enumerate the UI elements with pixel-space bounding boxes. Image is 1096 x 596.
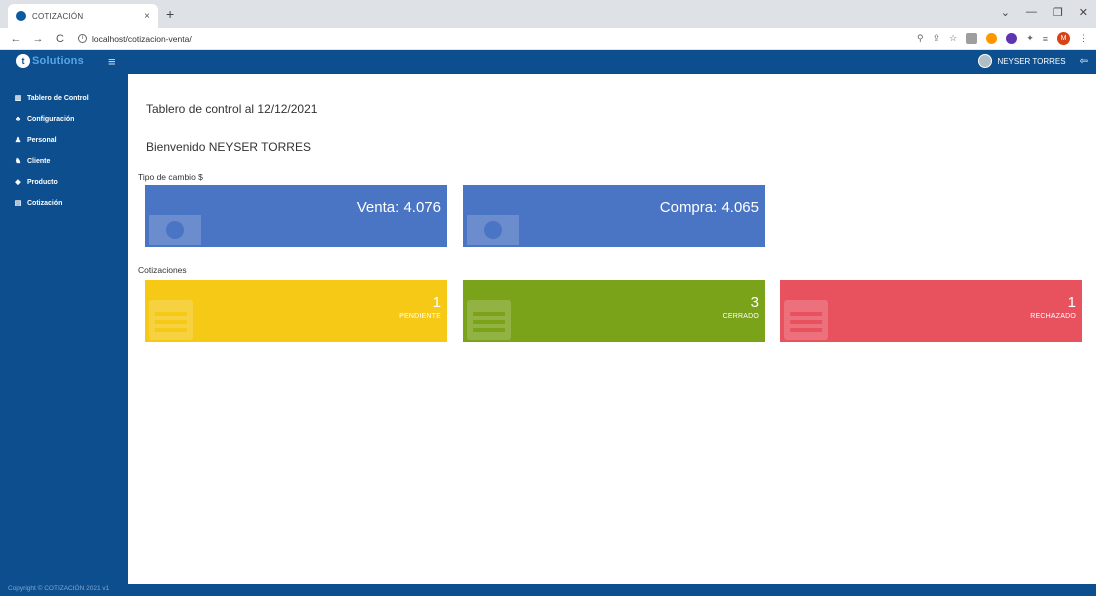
user-name: NEYSER TORRES [997, 56, 1066, 66]
tab-title: COTIZACIÓN [32, 11, 84, 21]
logout-icon[interactable]: ⇦ [1080, 56, 1088, 67]
sidebar-item-cotizacion[interactable]: ▤ Cotización [0, 193, 128, 214]
forward-arrow-icon[interactable]: → [32, 33, 44, 45]
reading-list-icon[interactable]: ≡ [1043, 34, 1048, 44]
sidebar-item-label: Producto [27, 179, 58, 186]
sidebar-item-label: Cotización [27, 200, 63, 207]
hamburger-menu-icon[interactable]: ≡ [108, 54, 116, 69]
restore-button[interactable]: ❐ [1053, 6, 1063, 19]
tag-icon: ◆ [15, 179, 21, 186]
chart-icon: ▥ [14, 95, 22, 102]
pendiente-card[interactable]: 1 PENDIENTE [145, 280, 447, 342]
users-icon: ♞ [14, 158, 22, 165]
sidebar: ▥ Tablero de Control ♣ Configuración ♟ P… [0, 74, 128, 596]
logo[interactable]: t Solutions [16, 54, 84, 68]
rechazado-card[interactable]: 1 RECHAZADO [780, 280, 1082, 342]
tab-close-icon[interactable]: × [144, 11, 150, 22]
pendiente-label: PENDIENTE [399, 313, 441, 320]
zoom-icon[interactable]: ⚲ [917, 33, 924, 44]
browser-tab-bar: COTIZACIÓN × + ⌄ — ❐ ✕ [0, 0, 1096, 28]
pendiente-count: 1 [432, 294, 441, 311]
copyright-text: Copyright © COTIZACIÓN 2021 v1 [8, 585, 110, 592]
cerrado-label: CERRADO [722, 313, 759, 320]
back-arrow-icon[interactable]: ← [10, 33, 22, 45]
venta-value: Venta: 4.076 [356, 199, 441, 216]
compra-card: Compra: 4.065 [463, 185, 765, 247]
brand-name: Solutions [32, 55, 84, 67]
sidebar-item-label: Tablero de Control [27, 95, 89, 102]
window-controls: ⌄ — ❐ ✕ [1001, 6, 1088, 19]
site-info-icon[interactable]: i [78, 34, 87, 43]
address-bar: ← → C i localhost/cotizacion-venta/ ⚲ ⇪ … [0, 28, 1096, 50]
cerrado-count: 3 [750, 294, 759, 311]
browser-tab[interactable]: COTIZACIÓN × [8, 4, 158, 28]
compra-value: Compra: 4.065 [659, 199, 759, 216]
sidebar-item-producto[interactable]: ◆ Producto [0, 172, 128, 193]
extension-icon-2[interactable] [1006, 33, 1018, 44]
reload-icon[interactable]: C [54, 33, 66, 45]
sidebar-item-personal[interactable]: ♟ Personal [0, 130, 128, 151]
site-favicon-icon [16, 11, 26, 21]
extension-icons: ⚲ ⇪ ☆ ✦ ≡ M ⋮ [917, 32, 1088, 45]
tab-search-icon[interactable]: ⌄ [1001, 6, 1010, 19]
sidebar-item-configuracion[interactable]: ♣ Configuración [0, 109, 128, 130]
bookmark-star-icon[interactable]: ☆ [949, 33, 957, 44]
money-bill-icon [149, 215, 201, 245]
logo-icon: t [16, 54, 30, 68]
rechazado-count: 1 [1067, 294, 1076, 311]
sidebar-item-label: Configuración [27, 116, 75, 123]
color-extension-icon[interactable] [986, 33, 998, 44]
document-icon [149, 300, 193, 340]
minimize-button[interactable]: — [1026, 6, 1037, 19]
url-field[interactable]: i localhost/cotizacion-venta/ [78, 34, 192, 44]
sidebar-item-cliente[interactable]: ♞ Cliente [0, 151, 128, 172]
sidebar-item-label: Personal [27, 137, 57, 144]
sidebar-item-label: Cliente [27, 158, 51, 165]
menu-kebab-icon[interactable]: ⋮ [1079, 33, 1088, 44]
url-text: localhost/cotizacion-venta/ [92, 33, 192, 44]
main-content: Tablero de control al 12/12/2021 Bienven… [128, 74, 1096, 584]
sitemap-icon: ♣ [15, 116, 21, 123]
extension-icon[interactable] [966, 33, 978, 44]
money-bill-icon [467, 215, 519, 245]
exchange-section-label: Tipo de cambio $ [138, 172, 203, 182]
puzzle-extensions-icon[interactable]: ✦ [1026, 33, 1034, 44]
user-avatar [978, 54, 993, 68]
venta-card: Venta: 4.076 [145, 185, 447, 247]
table-icon: ▤ [14, 200, 22, 207]
sidebar-item-tablero[interactable]: ▥ Tablero de Control [0, 88, 128, 109]
profile-avatar-icon[interactable]: M [1057, 32, 1070, 45]
footer-bar [128, 584, 1096, 596]
cerrado-card[interactable]: 3 CERRADO [463, 280, 765, 342]
quotes-section-label: Cotizaciones [138, 265, 187, 275]
welcome-text: Bienvenido NEYSER TORRES [146, 140, 311, 154]
rechazado-label: RECHAZADO [1030, 313, 1076, 320]
document-icon [467, 300, 511, 340]
document-icon [784, 300, 828, 340]
user-menu[interactable]: NEYSER TORRES ⇦ [978, 54, 1088, 68]
sidebar-menu: ▥ Tablero de Control ♣ Configuración ♟ P… [0, 74, 128, 214]
close-window-button[interactable]: ✕ [1079, 6, 1088, 19]
app-header: t Solutions ≡ NEYSER TORRES ⇦ [0, 50, 1096, 74]
share-icon[interactable]: ⇪ [933, 33, 941, 44]
page-title: Tablero de control al 12/12/2021 [146, 102, 318, 116]
new-tab-button[interactable]: + [166, 6, 174, 22]
user-icon: ♟ [14, 137, 22, 144]
